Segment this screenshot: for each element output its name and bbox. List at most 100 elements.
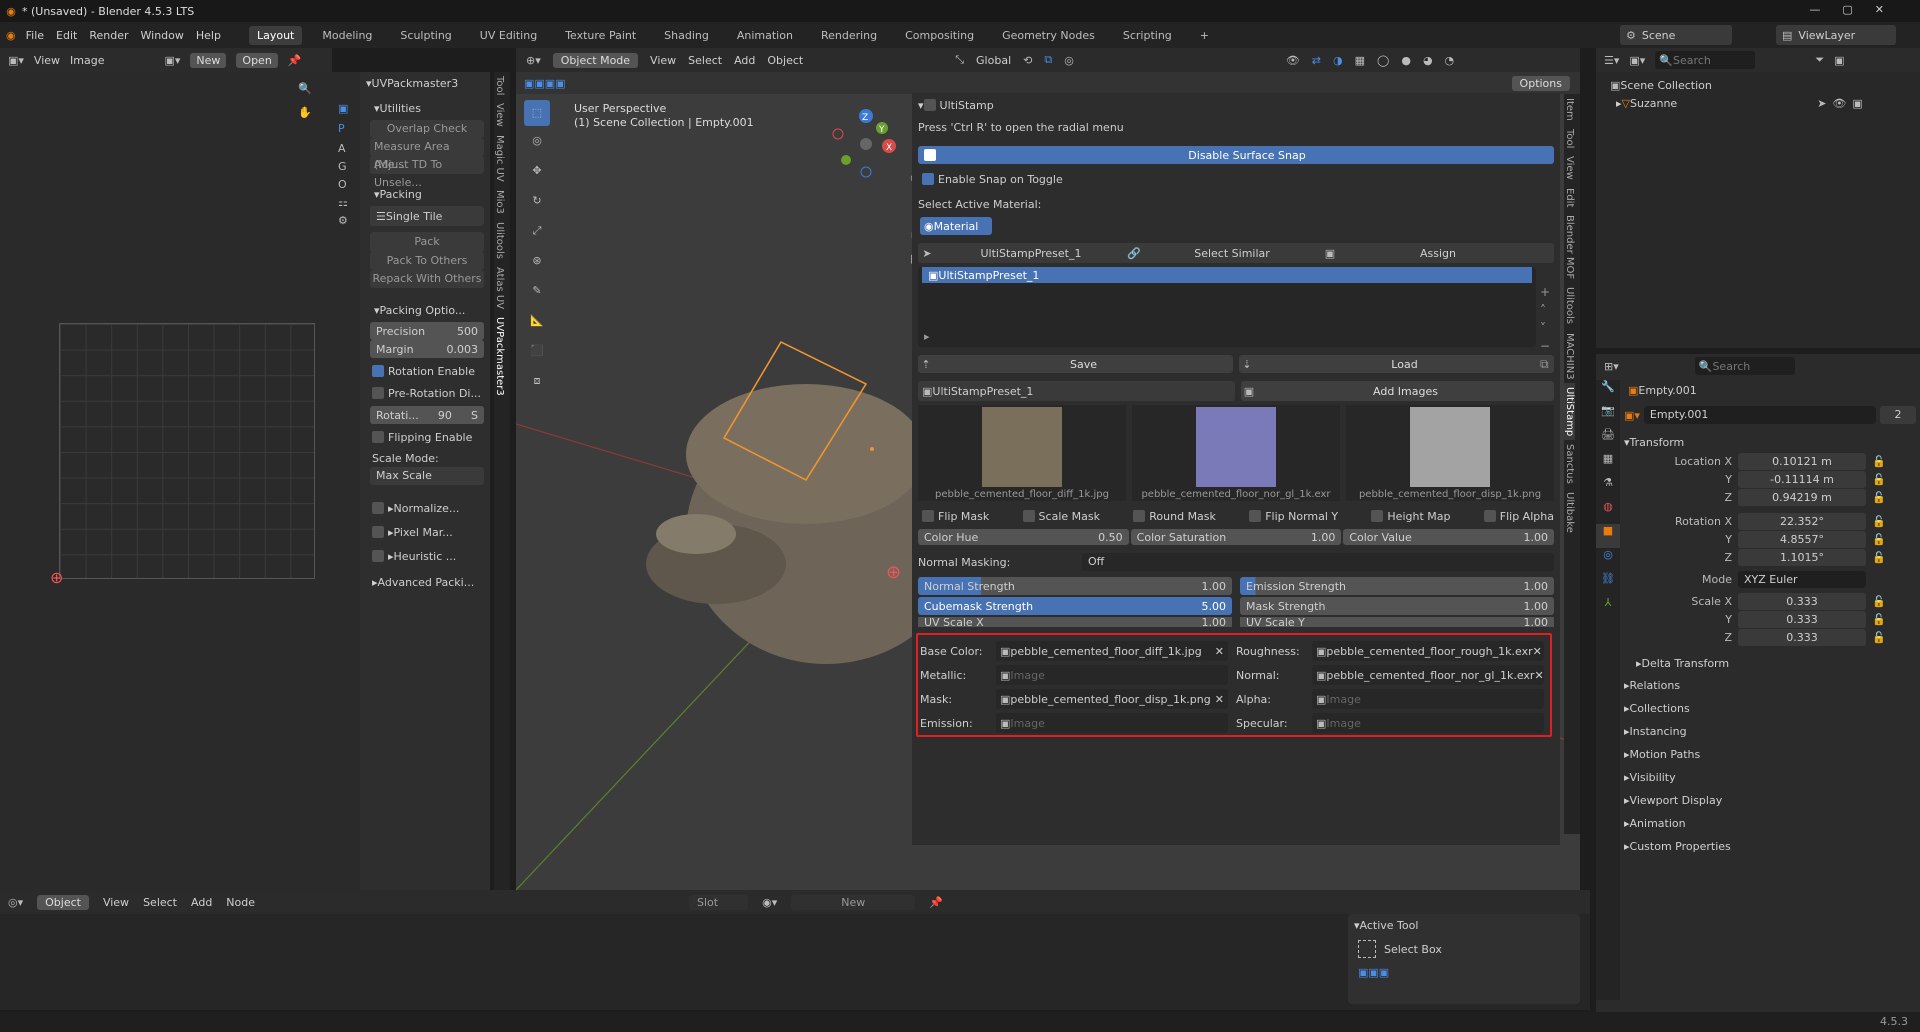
preset-list-item[interactable]: ▣ UltiStampPreset_1	[922, 267, 1532, 283]
vp-tab-machin3[interactable]: MACHIN3	[1564, 329, 1575, 384]
menu-help[interactable]: Help	[196, 29, 221, 42]
clear-icon[interactable]: ✕	[1215, 693, 1224, 706]
new-material-button[interactable]: New	[791, 894, 916, 910]
object-mode-dropdown[interactable]: Object Mode	[552, 52, 639, 68]
utilities-header[interactable]: ▾ Utilities	[360, 98, 490, 118]
flip-mask-checkbox[interactable]: Flip Mask	[922, 510, 989, 523]
select-mode-buttons[interactable]: ▣▣▣	[1348, 962, 1580, 982]
emission-slot[interactable]: ▣ Image	[996, 713, 1228, 733]
gizmo-icon[interactable]: ⇄	[1312, 54, 1321, 67]
scale-x-field[interactable]: 0.333	[1738, 592, 1866, 610]
render-toggle-icon[interactable]: ▣	[1852, 97, 1862, 110]
tab-animation[interactable]: Animation	[729, 26, 801, 45]
pack-button[interactable]: Pack	[370, 232, 484, 252]
scene-tab-icon[interactable]: ⚗	[1596, 476, 1620, 500]
users-count[interactable]: 2	[1880, 406, 1916, 424]
constraints-tab-icon[interactable]: ⛓	[1596, 572, 1620, 596]
image-image-menu[interactable]: Image	[70, 54, 104, 67]
list-up-icon[interactable]: ˄	[1540, 301, 1556, 319]
visibility-icon[interactable]: 👁	[1286, 54, 1300, 67]
enable-snap-checkbox[interactable]: Enable Snap on Toggle	[922, 170, 1554, 188]
viewport-display-panel[interactable]: ▸ Viewport Display	[1624, 789, 1916, 812]
round-mask-checkbox[interactable]: Round Mask	[1133, 510, 1216, 523]
shading-solid-icon[interactable]: ●	[1401, 54, 1411, 67]
new-image-button[interactable]: New	[190, 52, 227, 68]
tab-compositing[interactable]: Compositing	[897, 26, 982, 45]
normal-masking-dropdown[interactable]: Off	[1082, 553, 1554, 571]
delta-transform-panel[interactable]: ▸ Delta Transform	[1624, 652, 1916, 674]
tab-rendering[interactable]: Rendering	[813, 26, 885, 45]
uvp-settings-icon[interactable]: ⚙	[338, 214, 348, 227]
thumb-card[interactable]: pebble_cemented_floor_diff_1k.jpg	[918, 405, 1126, 501]
alpha-slot[interactable]: ▣ Image	[1312, 689, 1544, 709]
tab-shading[interactable]: Shading	[656, 26, 717, 45]
shading-wire-icon[interactable]: ◯	[1377, 54, 1389, 67]
lock-icon[interactable]: 🔓	[1872, 551, 1886, 564]
vp-tab-tool[interactable]: Tool	[1564, 125, 1575, 152]
vp-tab-edit[interactable]: Edit	[1564, 184, 1575, 211]
vp-tab-blender-mof[interactable]: Blender MOF	[1564, 211, 1575, 283]
measure-area-button[interactable]: Measure Area (Me...	[370, 138, 484, 171]
overlay-icon[interactable]: ◑	[1333, 54, 1343, 67]
node-select-menu[interactable]: Select	[143, 896, 177, 909]
color-hue-field[interactable]: Color Hue 0.50	[918, 529, 1129, 545]
uvp-grid-icon[interactable]: ⚏	[338, 196, 348, 209]
pin-icon[interactable]: 📌	[288, 54, 302, 67]
preset-name[interactable]: UltiStampPreset_1	[936, 247, 1126, 260]
vp-tab-ultibake[interactable]: Ultibake	[1564, 488, 1575, 537]
margin-field[interactable]: Margin 0.003	[370, 340, 484, 358]
uvp-tool-icon[interactable]: ▣	[338, 102, 348, 115]
tab-modeling[interactable]: Modeling	[314, 26, 380, 45]
emission-strength-slider[interactable]: Emission Strength 1.00	[1240, 577, 1554, 595]
side-tab-magic-uv[interactable]: Magic UV	[494, 131, 505, 186]
mask-slot[interactable]: ▣ pebble_cemented_floor_disp_1k.png ✕	[996, 689, 1228, 709]
motion-paths-panel[interactable]: ▸ Motion Paths	[1624, 743, 1916, 766]
list-add-icon[interactable]: +	[1540, 283, 1556, 301]
vp-tab-ultistamp[interactable]: UltiStamp	[1564, 383, 1575, 441]
lock-icon[interactable]: 🔓	[1872, 631, 1886, 644]
advanced-packing-panel[interactable]: ▸ Advanced Packi...	[372, 573, 484, 591]
preset-image-name[interactable]: ▣ UltiStampPreset_1	[918, 381, 1235, 401]
viewport-add-menu[interactable]: Add	[734, 54, 755, 67]
rotation-z-field[interactable]: 1.1015°	[1738, 548, 1866, 566]
scene-selector[interactable]: ⚙ Scene	[1620, 25, 1732, 45]
animation-panel[interactable]: ▸ Animation	[1624, 812, 1916, 835]
2d-cursor-icon[interactable]: ⊕	[50, 568, 63, 587]
eye-icon[interactable]: 👁	[1832, 97, 1846, 110]
scale-y-field[interactable]: 0.333	[1738, 610, 1866, 628]
thumb-card[interactable]: pebble_cemented_floor_disp_1k.png	[1346, 405, 1554, 501]
scene-collection-row[interactable]: ▣ Scene Collection	[1596, 76, 1920, 94]
uvp-a-icon[interactable]: A	[338, 142, 346, 155]
display-mode-icon[interactable]: ▣▾	[1629, 54, 1645, 67]
properties-type-icon[interactable]: ⊞▾	[1604, 360, 1619, 373]
shading-material-icon[interactable]: ◕	[1423, 54, 1433, 67]
packing-options-header[interactable]: ▾ Packing Optio...	[360, 300, 490, 320]
normal-slot[interactable]: ▣ pebble_cemented_floor_nor_gl_1k.exr ✕	[1312, 665, 1544, 685]
uv-grid[interactable]	[59, 323, 315, 579]
tab-layout[interactable]: Layout	[248, 25, 303, 45]
side-tab-mio3[interactable]: Mio3	[494, 186, 505, 218]
metallic-slot[interactable]: ▣ Image	[996, 665, 1228, 685]
tab-texture-paint[interactable]: Texture Paint	[557, 26, 644, 45]
overlap-check-button[interactable]: Overlap Check	[370, 120, 484, 138]
rotation-enable-checkbox[interactable]: Rotation Enable	[372, 362, 484, 380]
flip-alpha-checkbox[interactable]: Flip Alpha	[1483, 510, 1554, 523]
view-layer-tab-icon[interactable]: ▦	[1596, 452, 1620, 476]
blender-menu-icon[interactable]: ◉	[6, 29, 16, 42]
visibility-panel[interactable]: ▸ Visibility	[1624, 766, 1916, 789]
transform-header[interactable]: ▾ Transform	[1624, 432, 1916, 452]
rotation-step-field[interactable]: Rotati... 90 S	[370, 406, 484, 424]
select-box-row[interactable]: Select Box	[1348, 936, 1580, 962]
custom-properties-panel[interactable]: ▸ Custom Properties	[1624, 835, 1916, 858]
side-tab-ulitools[interactable]: Ulitools	[494, 218, 505, 263]
vp-tab-item[interactable]: Item	[1564, 94, 1575, 125]
add-workspace-button[interactable]: +	[1192, 26, 1217, 45]
disable-surface-snap-button[interactable]: Disable Surface Snap	[918, 146, 1554, 164]
flipping-enable-checkbox[interactable]: Flipping Enable	[372, 428, 484, 446]
viewport-view-menu[interactable]: View	[650, 54, 676, 67]
uvp-o-icon[interactable]: O	[338, 178, 347, 191]
side-tab-view[interactable]: View	[494, 99, 505, 131]
open-image-button[interactable]: Open	[236, 52, 278, 68]
viewport-editor-type-icon[interactable]: ⊕▾	[526, 54, 541, 67]
data-tab-icon[interactable]: ⅄	[1596, 596, 1620, 620]
